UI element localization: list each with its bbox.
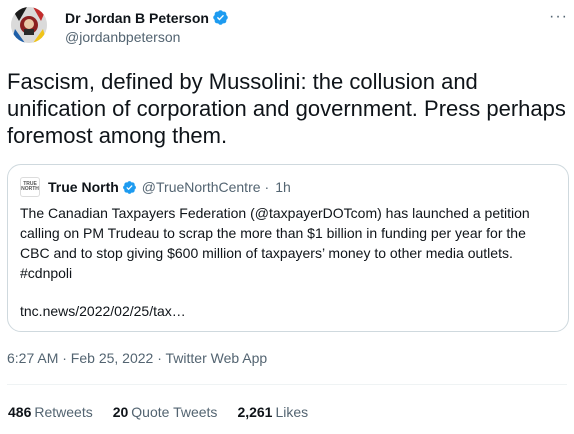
tweet-timestamp[interactable]: 6:27 AM · Feb 25, 2022 · Twitter Web App: [7, 350, 267, 366]
author-row: Dr Jordan B Peterson: [65, 9, 229, 26]
quoted-author-avatar[interactable]: TRUE NORTH: [20, 177, 40, 197]
quoted-tweet-time[interactable]: 1h: [275, 179, 291, 195]
author-avatar[interactable]: [11, 7, 47, 43]
quoted-tweet[interactable]: TRUE NORTH True North @TrueNorthCentre ·…: [7, 164, 569, 332]
retweets-label: Retweets: [34, 404, 93, 420]
quote-tweets-count: 20: [112, 404, 129, 420]
avatar-image: [11, 7, 47, 43]
verified-badge-icon: [213, 10, 228, 25]
quote-tweets-stat[interactable]: 20 Quote Tweets: [113, 404, 218, 420]
meta-separator: ·: [264, 179, 270, 195]
quoted-author-handle[interactable]: @TrueNorthCentre: [142, 179, 261, 195]
more-options-icon[interactable]: ···: [549, 8, 568, 26]
engagement-stats: 486 Retweets 20 Quote Tweets 2,261 Likes: [8, 404, 328, 420]
quoted-tweet-link[interactable]: tnc.news/2022/02/25/tax…: [20, 303, 186, 319]
author-handle[interactable]: @jordanbpeterson: [65, 29, 180, 45]
likes-stat[interactable]: 2,261 Likes: [237, 404, 308, 420]
tweet-text: Fascism, defined by Mussolini: the collu…: [7, 69, 566, 148]
quote-tweets-label: Quote Tweets: [131, 404, 218, 420]
author-name[interactable]: Dr Jordan B Peterson: [65, 10, 209, 26]
likes-count: 2,261: [237, 404, 273, 420]
quoted-author-name[interactable]: True North: [48, 179, 119, 195]
tweet-card: Dr Jordan B Peterson @jordanbpeterson ··…: [0, 0, 574, 434]
retweets-stat[interactable]: 486 Retweets: [8, 404, 93, 420]
quoted-tweet-header: TRUE NORTH True North @TrueNorthCentre ·…: [20, 177, 291, 197]
verified-badge-icon: [122, 180, 136, 194]
quoted-tweet-text: The Canadian Taxpayers Federation (@taxp…: [20, 205, 530, 281]
divider: [7, 384, 567, 385]
likes-label: Likes: [275, 404, 309, 420]
retweets-count: 486: [8, 404, 32, 420]
